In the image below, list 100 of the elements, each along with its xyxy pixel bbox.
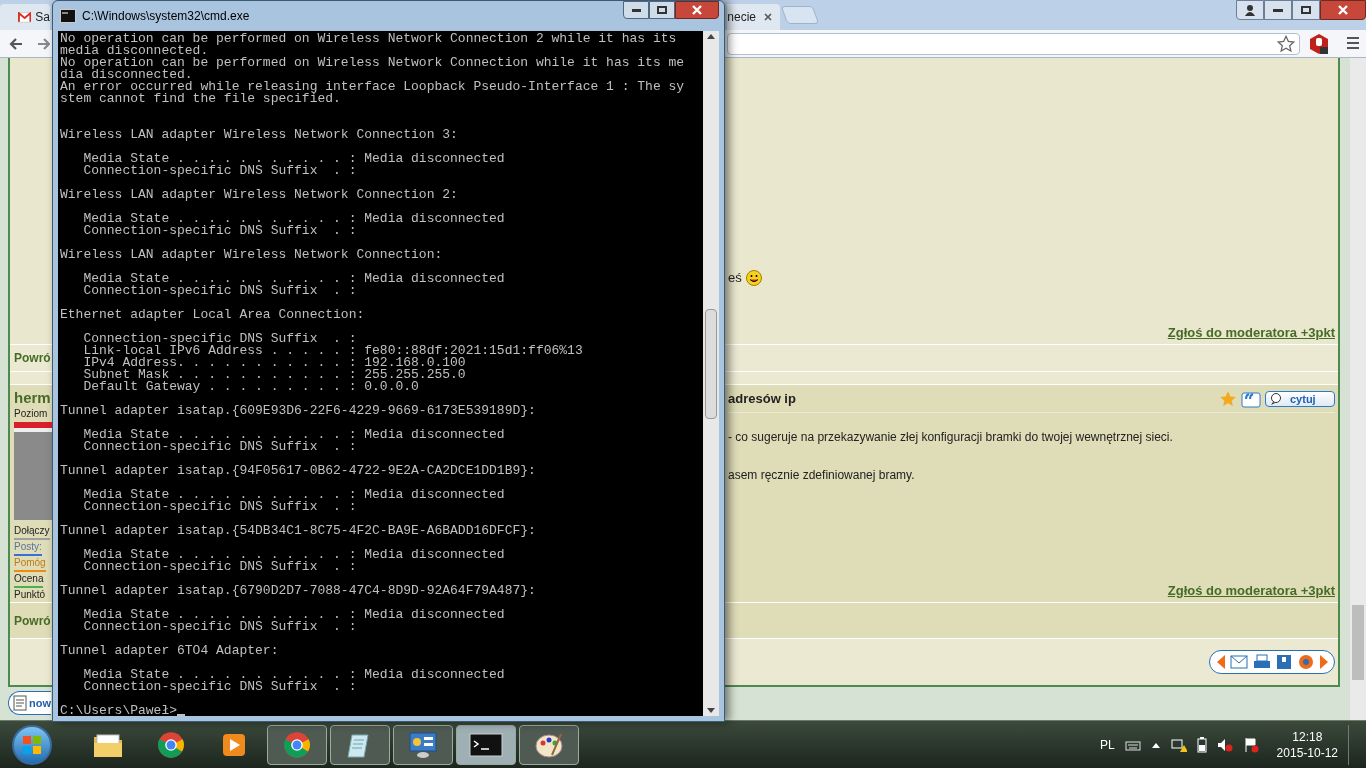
taskbar-button[interactable] — [267, 724, 327, 765]
speech-bubble-icon — [1270, 392, 1282, 405]
console-line: Media State . . . . . . . . . . . : Media disconnected — [82, 609, 505, 621]
console-line: Wireless LAN adapter Wireless Network Connection 2: — [60, 189, 458, 201]
close-button[interactable] — [675, 1, 719, 19]
report-link[interactable]: Zgłoś do moderatora +3pkt — [1167, 322, 1335, 342]
console-line: Tunnel adapter isatap.{94F05617-0B62-4722-9E2A-CA2DCE1DD1B9}: — [60, 465, 536, 477]
taskbar-button[interactable] — [456, 724, 516, 765]
play-icon — [221, 731, 247, 758]
close-button[interactable] — [1320, 0, 1366, 20]
keyboard-icon[interactable] — [1124, 738, 1141, 751]
console-line: Connection-specific DNS Suffix . : — [82, 165, 357, 177]
console-line: Media State . . . . . . . . . . . : Media disconnected — [82, 273, 505, 285]
browser-tab[interactable]: Sa — [0, 4, 50, 30]
eye-icon[interactable] — [1296, 654, 1315, 670]
helped-label: Pomóg — [14, 556, 46, 572]
scroll-down-icon[interactable] — [707, 708, 715, 714]
joined-label: Dołączy — [14, 524, 50, 540]
star-icon[interactable] — [1277, 35, 1295, 53]
back-icon[interactable] — [8, 35, 24, 52]
right-arrow-icon[interactable] — [1319, 655, 1328, 669]
battery-icon[interactable] — [1196, 736, 1207, 753]
quote-icon[interactable] — [1241, 389, 1261, 408]
console-line: Media State . . . . . . . . . . . : Media disconnected — [82, 489, 505, 501]
console-line: Connection-specific DNS Suffix . : — [82, 501, 357, 513]
points-label: Punktó — [14, 588, 47, 602]
maximize-button[interactable] — [649, 1, 675, 19]
start-button[interactable] — [12, 724, 52, 765]
console-line: Subnet Mask . . . . . . . . . . . : 255.255.255.0 — [82, 369, 466, 381]
back-link[interactable]: Powró — [14, 611, 51, 630]
close-icon — [692, 5, 702, 15]
network-icon[interactable] — [1170, 736, 1187, 753]
profile-button[interactable] — [1236, 0, 1264, 20]
console-line: Wireless LAN adapter Wireless Network Connection 3: — [60, 129, 458, 141]
scroll-thumb[interactable] — [1352, 605, 1364, 680]
console-line: Tunnel adapter isatap.{609E93D6-22F6-4229-9669-6173E539189D}: — [60, 405, 536, 417]
console-icon — [469, 732, 503, 757]
clock[interactable]: 12:18 2015-10-12 — [1276, 728, 1338, 761]
taskbar-button[interactable] — [519, 724, 579, 765]
browser-tab[interactable]: necie — [727, 4, 780, 30]
language-indicator[interactable]: PL — [1099, 735, 1115, 754]
console-line: Media State . . . . . . . . . . . : Media disconnected — [82, 213, 505, 225]
console-line: media disconnected. — [60, 45, 209, 57]
left-arrow-icon[interactable] — [1216, 655, 1225, 669]
scroll-up-icon[interactable] — [707, 33, 715, 39]
windows-logo-icon — [22, 734, 42, 755]
extension-icon[interactable] — [1308, 33, 1330, 55]
post-text: - co sugeruje na przekazywanie złej konfiguracji bramki do twojej wewnętrznej sieci. — [728, 428, 1174, 446]
browser-icon — [283, 730, 311, 759]
console-line: dia disconnected. — [60, 69, 193, 81]
star-icon[interactable] — [1219, 389, 1237, 408]
printer-icon[interactable] — [1252, 654, 1271, 670]
console-line: Media State . . . . . . . . . . . : Media disconnected — [82, 549, 505, 561]
console-line: Media State . . . . . . . . . . . : Media disconnected — [82, 429, 505, 441]
level-bar — [14, 422, 52, 428]
browser-icon — [157, 730, 185, 759]
envelope-icon[interactable] — [1229, 655, 1248, 669]
close-icon — [1338, 5, 1348, 15]
console-line: Connection-specific DNS Suffix . : — [82, 441, 357, 453]
post-text: asem ręcznie zdefiniowanej bramy. — [728, 466, 916, 484]
window-title: C:\Windows\system32\cmd.exe — [82, 8, 250, 25]
console-line: Connection-specific DNS Suffix . : — [82, 285, 357, 297]
minimize-button[interactable] — [623, 1, 649, 19]
console-line: Tunnel adapter isatap.{54DB34C1-8C75-4F2C-BA9E-A6BADD16DFCF}: — [60, 525, 536, 537]
document-icon — [13, 695, 27, 711]
console-line: stem cannot find the file specified. — [60, 93, 341, 105]
close-icon[interactable] — [764, 13, 772, 21]
forward-icon[interactable] — [38, 35, 50, 52]
new-topic-button[interactable]: now — [8, 691, 51, 715]
scroll-thumb[interactable] — [705, 309, 717, 419]
minimize-button[interactable] — [1264, 0, 1292, 20]
clock-time: 12:18 — [1292, 728, 1323, 745]
console-icon — [60, 9, 76, 23]
console-prompt: C:\Users\Paweł> — [60, 705, 178, 716]
console-line: Default Gateway . . . . . . . . . : 0.0.0.0 — [82, 381, 419, 393]
posts-label: Posty: — [14, 540, 42, 556]
rating-label: Ocena — [14, 572, 44, 588]
flag-icon[interactable] — [1242, 736, 1259, 753]
console-line: Ethernet adapter Local Area Connection: — [60, 309, 365, 321]
console-line: Tunnel adapter isatap.{6790D2D7-7088-47C4-8D9D-92A64F79A487}: — [60, 585, 536, 597]
user-icon — [1244, 4, 1256, 16]
quote-button[interactable]: cytuj — [1265, 390, 1335, 407]
console-line: IPv4 Address. . . . . . . . . . . : 192.168.0.100 — [82, 357, 466, 369]
console-line: No operation can be performed on Wireless Network Connection 2 while it has its — [60, 33, 677, 45]
console-line: Connection-specific DNS Suffix . : — [82, 225, 357, 237]
back-link[interactable]: Powró — [14, 349, 51, 367]
console-line: Connection-specific DNS Suffix . : — [82, 333, 357, 345]
report-link[interactable]: Zgłoś do moderatora +3pkt — [1167, 580, 1335, 600]
text-cursor — [177, 714, 186, 716]
maximize-button[interactable] — [1292, 0, 1320, 20]
taskbar-button[interactable] — [330, 724, 390, 765]
author-name: herm — [14, 389, 52, 407]
post-title: adresów ip — [728, 390, 796, 408]
taskbar-button[interactable] — [393, 724, 453, 765]
smiley-icon — [745, 269, 762, 286]
post-text: eś — [728, 269, 742, 287]
console-line: Media State . . . . . . . . . . . : Media disconnected — [82, 669, 505, 681]
control-panel-icon — [408, 730, 438, 759]
menu-icon[interactable] — [1346, 36, 1360, 50]
console-line: Wireless LAN adapter Wireless Network Connection: — [60, 249, 443, 261]
